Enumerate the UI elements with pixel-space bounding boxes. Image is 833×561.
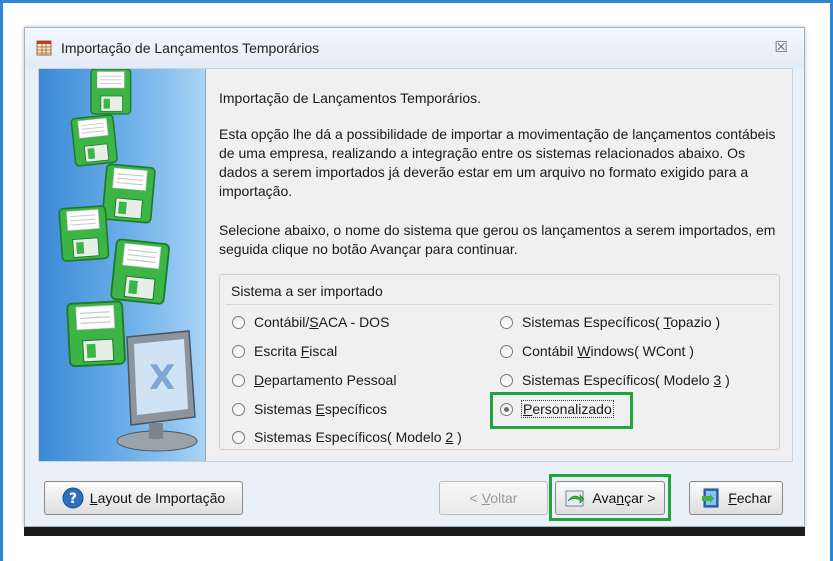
- floppy-disks-illustration: X: [58, 69, 198, 452]
- content-frame: X Importação de Lançamentos Temporários.…: [38, 68, 793, 462]
- intro-heading: Importação de Lançamentos Temporários.: [219, 90, 481, 106]
- svg-text:?: ?: [69, 491, 77, 507]
- radio-button-circle[interactable]: [232, 403, 245, 416]
- floppy-disk-icon: [109, 238, 171, 306]
- floppy-disk-icon: [70, 113, 119, 167]
- radio-label: Sistemas Específicos( Modelo 2 ): [254, 429, 462, 445]
- wizard-text-panel: Importação de Lançamentos Temporários. E…: [205, 69, 792, 461]
- radio-label: Contábil Windows( WCont ): [522, 343, 694, 359]
- floppy-disk-icon: [58, 204, 110, 263]
- fechar-label: Fechar: [728, 490, 772, 506]
- radio-button-circle[interactable]: [232, 316, 245, 329]
- wizard-side-image: X: [39, 69, 205, 461]
- spreadsheet-icon: [36, 40, 52, 56]
- voltar-button[interactable]: < Voltar: [439, 481, 548, 515]
- radio-button-circle[interactable]: [232, 374, 245, 387]
- radio-label: Departamento Pessoal: [254, 372, 397, 388]
- radio-label: Sistemas Específicos: [254, 401, 388, 417]
- window-title: Importação de Lançamentos Temporários: [61, 40, 320, 56]
- floppy-disk-icon: [66, 300, 127, 368]
- avancar-highlight: [549, 474, 671, 521]
- radio-label: Contábil/SACA - DOS: [254, 314, 390, 330]
- fechar-button[interactable]: Fechar: [689, 481, 783, 515]
- radio-label: Escrita Fiscal: [254, 343, 338, 359]
- radio-button-circle[interactable]: [500, 316, 513, 329]
- layout-importacao-label: Layout de Importação: [89, 490, 226, 506]
- close-window-button[interactable]: ☒: [770, 37, 792, 59]
- close-icon: ☒: [774, 39, 788, 56]
- background-strip: [24, 527, 805, 536]
- radio-button-circle[interactable]: [232, 345, 245, 358]
- title-bar: Importação de Lançamentos Temporários ☒: [25, 28, 804, 68]
- floppy-disk-icon: [90, 69, 132, 115]
- system-group-box: Sistema a ser importado Contábil/SACA - …: [219, 274, 780, 450]
- personalizado-highlight: [490, 392, 633, 429]
- radio-button-circle[interactable]: [232, 431, 245, 444]
- import-dialog: Importação de Lançamentos Temporários ☒: [24, 27, 805, 527]
- group-divider: [226, 304, 773, 305]
- radio-label: Sistemas Específicos( Modelo 3 ): [522, 372, 730, 388]
- floppy-disk-icon: [101, 163, 157, 224]
- intro-instruction: Selecione abaixo, o nome do sistema que …: [219, 222, 776, 257]
- radio-button-circle[interactable]: [500, 345, 513, 358]
- system-group-title: Sistema a ser importado: [231, 283, 383, 299]
- svg-text:X: X: [149, 358, 175, 398]
- help-icon: ?: [62, 487, 84, 509]
- radio-button-circle[interactable]: [500, 374, 513, 387]
- exit-door-icon: [700, 487, 722, 509]
- layout-importacao-button[interactable]: ? Layout de Importação: [44, 481, 243, 515]
- voltar-label: < Voltar: [469, 490, 518, 506]
- radio-label: Sistemas Específicos( Topazio ): [522, 314, 721, 330]
- computer-monitor-icon: X: [116, 330, 198, 452]
- intro-description: Esta opção lhe dá a possibilidade de imp…: [219, 126, 776, 199]
